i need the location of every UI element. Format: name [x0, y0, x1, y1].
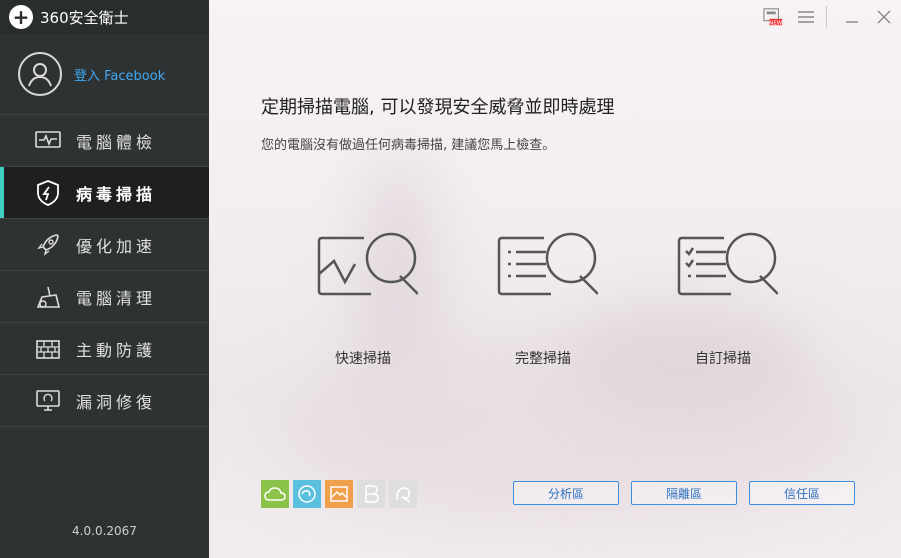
- sidebar: + 360安全衛士 登入 Facebook 電腦體檢 病毒掃描 優化加速 電腦清…: [0, 0, 209, 558]
- news-icon[interactable]: NEW: [763, 7, 783, 27]
- nav-label: 主動防護: [76, 340, 157, 360]
- analysis-zone-button[interactable]: 分析區: [513, 481, 619, 505]
- nav-item-virus-scan[interactable]: 病毒掃描: [0, 167, 209, 219]
- pulse-monitor-icon: [34, 127, 62, 155]
- q-engine-icon[interactable]: [389, 480, 417, 508]
- custom-scan-label: 自訂掃描: [695, 351, 751, 367]
- facebook-login-link[interactable]: 登入 Facebook: [74, 65, 165, 84]
- custom-scan-button[interactable]: 自訂掃描: [663, 228, 783, 368]
- broom-icon: [34, 283, 62, 311]
- avatar-icon[interactable]: [18, 52, 62, 96]
- nav-label: 漏洞修復: [76, 392, 157, 412]
- window-controls: NEW: [209, 0, 901, 34]
- version-text: 4.0.0.2067: [72, 524, 137, 538]
- quick-scan-icon: [317, 232, 419, 296]
- page-headline: 定期掃描電腦, 可以發現安全威脅並即時處理: [261, 97, 615, 118]
- nav-item-speedup[interactable]: 優化加速: [0, 219, 209, 271]
- close-icon[interactable]: [874, 7, 894, 27]
- engine-toolbar: [261, 480, 417, 508]
- nav-label: 病毒掃描: [76, 184, 157, 204]
- image-scan-icon[interactable]: [325, 480, 353, 508]
- cloud-icon[interactable]: [261, 480, 289, 508]
- custom-scan-icon: [677, 232, 779, 296]
- page-subtitle: 您的電腦沒有做過任何病毒掃描, 建議您馬上檢查。: [261, 138, 556, 153]
- nav-label: 電腦體檢: [76, 132, 157, 152]
- login-area[interactable]: 登入 Facebook: [0, 34, 209, 115]
- app-titlebar: + 360安全衛士: [0, 0, 209, 34]
- nav-label: 優化加速: [76, 236, 157, 256]
- svg-text:NEW: NEW: [769, 20, 783, 26]
- quick-scan-label: 快速掃描: [335, 351, 391, 367]
- spiral-icon[interactable]: [293, 480, 321, 508]
- app-logo-icon: +: [9, 5, 33, 29]
- menu-icon[interactable]: [796, 7, 816, 27]
- nav-item-cleanup[interactable]: 電腦清理: [0, 271, 209, 323]
- nav-item-vulnerability-fix[interactable]: 漏洞修復: [0, 375, 209, 427]
- trust-zone-button[interactable]: 信任區: [749, 481, 855, 505]
- shield-icon: [34, 179, 62, 207]
- rocket-icon: [34, 231, 62, 259]
- quick-scan-button[interactable]: 快速掃描: [303, 228, 423, 368]
- main-panel: NEW 定期掃描電腦, 可以發現安全威脅並即時處理 您的電腦沒有做過任何病毒掃描…: [209, 0, 901, 558]
- quarantine-zone-button[interactable]: 隔離區: [631, 481, 737, 505]
- app-title: 360安全衛士: [40, 8, 129, 27]
- nav-item-pc-checkup[interactable]: 電腦體檢: [0, 115, 209, 167]
- full-scan-label: 完整掃描: [515, 351, 571, 367]
- repair-monitor-icon: [34, 387, 62, 415]
- full-scan-icon: [497, 232, 599, 296]
- minimize-icon[interactable]: [842, 7, 862, 27]
- firewall-icon: [34, 335, 62, 363]
- app-window: + 360安全衛士 登入 Facebook 電腦體檢 病毒掃描 優化加速 電腦清…: [0, 0, 901, 558]
- full-scan-button[interactable]: 完整掃描: [483, 228, 603, 368]
- nav-label: 電腦清理: [76, 288, 157, 308]
- b-engine-icon[interactable]: [357, 480, 385, 508]
- nav-item-active-protection[interactable]: 主動防護: [0, 323, 209, 375]
